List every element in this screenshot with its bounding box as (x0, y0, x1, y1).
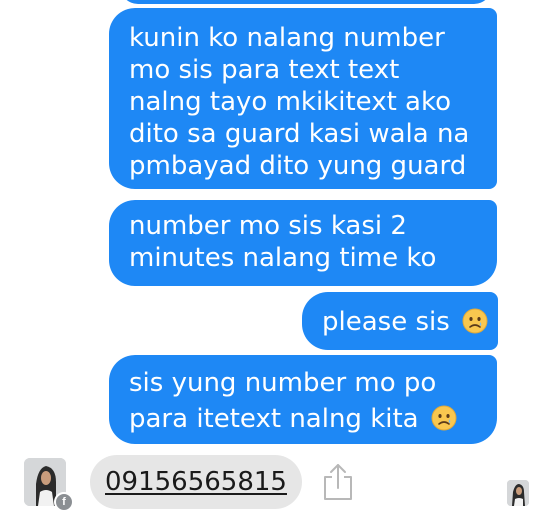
sad-face-emoji-icon (462, 308, 488, 334)
message-bubble[interactable]: number mo sis kasi 2 minutes nalang time… (109, 200, 497, 286)
message-bubble[interactable]: please sis (302, 292, 498, 350)
chat-thread: kunin ko nalang number mo sis para text … (0, 0, 540, 510)
message-bubble[interactable]: kunin ko nalang number mo sis para text … (109, 8, 497, 189)
message-text: kunin ko nalang number mo sis para text … (129, 23, 470, 181)
message-text: please sis (322, 307, 450, 337)
message-bubble[interactable]: sis yung number mo po para itetext nalng… (109, 355, 497, 444)
sad-face-emoji-icon (431, 405, 457, 431)
share-icon[interactable] (322, 463, 354, 501)
facebook-badge-icon: f (54, 492, 74, 510)
message-text: sis yung number mo po para itetext nalng… (129, 368, 437, 434)
phone-number-link[interactable]: 09156565815 (90, 455, 302, 509)
read-receipt-avatar (507, 480, 529, 506)
read-receipt-photo-icon (507, 480, 529, 506)
previous-message-bubble[interactable] (120, 0, 492, 4)
message-text: number mo sis kasi 2 minutes nalang time… (129, 211, 437, 273)
